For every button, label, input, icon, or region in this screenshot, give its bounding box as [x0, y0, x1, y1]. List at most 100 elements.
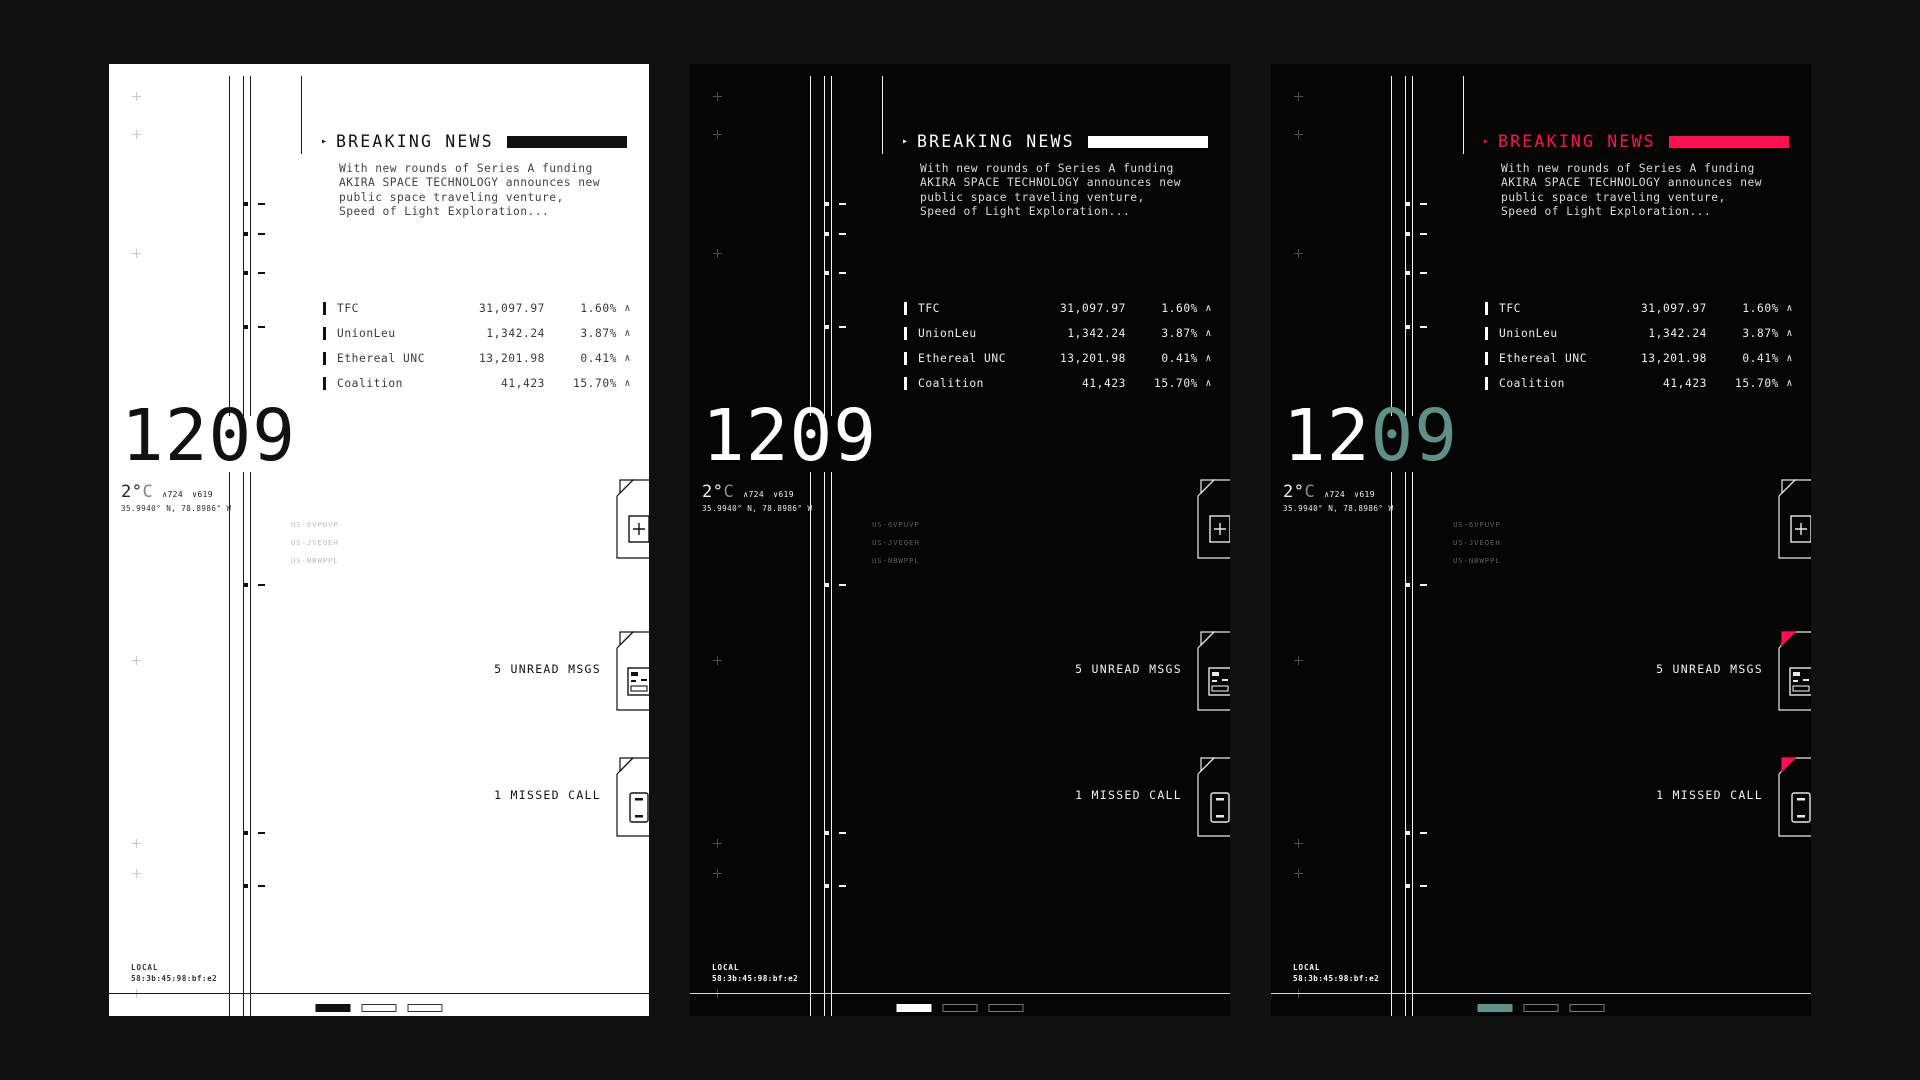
rail-line — [229, 76, 230, 416]
footer-divider — [1271, 993, 1811, 994]
crosshair-icon — [713, 130, 722, 139]
row-marker — [323, 327, 326, 340]
ticker-name: TFC — [1499, 302, 1522, 315]
trend-up-icon: ∧ — [624, 353, 631, 364]
clock-time: 1209 — [702, 394, 877, 477]
rail-line — [810, 472, 811, 1016]
rail-line — [1405, 472, 1406, 1016]
mac-address: 58:3b:45:98:bf:e2 — [131, 974, 218, 983]
serial-code: US-6VPUVP — [1453, 520, 1501, 529]
crosshair-icon — [1294, 249, 1303, 258]
card-add[interactable] — [1196, 474, 1230, 560]
page-dot-1[interactable] — [1477, 1004, 1513, 1012]
row-marker — [323, 352, 326, 365]
clock-time: 1209 — [1283, 400, 1458, 471]
rail-line — [882, 76, 883, 154]
page-dot-2[interactable] — [942, 1004, 978, 1012]
crosshair-icon — [132, 92, 141, 101]
table-row[interactable]: UnionLeu 1,342.24 3.87% ∧ — [1485, 321, 1793, 346]
pagination[interactable] — [315, 1004, 443, 1012]
card-messages[interactable]: 5 UNREAD MSGS — [1075, 626, 1230, 712]
crosshair-icon — [132, 130, 141, 139]
serial-code: US-6VPUVP — [291, 520, 339, 529]
weather-row: 2°C ∧724 ∨619 — [1283, 484, 1458, 501]
temperature-unit: C — [1304, 482, 1316, 502]
ticker-pct: 1.60% — [1161, 302, 1198, 315]
weather-row: 2°C ∧724 ∨619 — [702, 484, 877, 501]
clock-minutes: 09 — [1370, 394, 1458, 477]
trend-up-icon: ∧ — [1786, 328, 1793, 339]
ticker-pct: 3.87% — [1742, 327, 1779, 340]
rail-line — [301, 76, 302, 154]
table-row[interactable]: Coalition 41,423 15.70% ∧ — [1485, 371, 1793, 396]
trend-up-icon: ∧ — [624, 378, 631, 389]
serial-code: US-JVEQEH — [872, 538, 920, 547]
caret-right-icon: ▸ — [1483, 135, 1490, 147]
table-row[interactable]: Coalition 41,423 15.70% ∧ — [904, 371, 1212, 396]
card-label: 5 UNREAD MSGS — [1075, 662, 1182, 676]
rail-line — [1412, 472, 1413, 1016]
breaking-news-body: With new rounds of Series A funding AKIR… — [339, 162, 601, 219]
trend-up-icon: ∧ — [1205, 328, 1212, 339]
card-add[interactable] — [615, 474, 649, 560]
temperature-value: 2°C — [1283, 482, 1316, 502]
ticker-name: Coalition — [337, 377, 404, 390]
table-row[interactable]: Ethereal UNC 13,201.98 0.41% ∧ — [904, 346, 1212, 371]
breaking-news-block: ▸ BREAKING NEWS With new rounds of Serie… — [1483, 132, 1789, 220]
ticker-pct: 3.87% — [1161, 327, 1198, 340]
table-row[interactable]: TFC 31,097.97 1.60% ∧ — [904, 296, 1212, 321]
panel-dark: ▸ BREAKING NEWS With new rounds of Serie… — [690, 64, 1230, 1016]
ticker-pct: 0.41% — [1161, 352, 1198, 365]
card-calls[interactable]: 1 MISSED CALL — [494, 752, 649, 838]
crosshair-icon — [1294, 869, 1303, 878]
card-calls[interactable]: 1 MISSED CALL — [1075, 752, 1230, 838]
table-row[interactable]: Coalition 41,423 15.70% ∧ — [323, 371, 631, 396]
clock-block: 1209 2°C ∧724 ∨619 35.9940° N, 78.8986° … — [1283, 400, 1458, 513]
pagination[interactable] — [896, 1004, 1024, 1012]
card-add[interactable] — [1777, 474, 1811, 560]
page-dot-1[interactable] — [315, 1004, 351, 1012]
serial-code: US-JVEQEH — [1453, 538, 1501, 547]
card-calls[interactable]: 1 MISSED CALL — [1656, 752, 1811, 838]
ticker-value: 31,097.97 — [1640, 302, 1707, 315]
page-dot-1[interactable] — [896, 1004, 932, 1012]
table-row[interactable]: UnionLeu 1,342.24 3.87% ∧ — [323, 321, 631, 346]
rail-line — [810, 76, 811, 416]
rail-line — [243, 76, 244, 416]
clock-time: 1209 — [121, 394, 296, 477]
rail-line — [831, 76, 832, 416]
table-row[interactable]: Ethereal UNC 13,201.98 0.41% ∧ — [1485, 346, 1793, 371]
trend-up-icon: ∧ — [1205, 353, 1212, 364]
ticker-name: Coalition — [1499, 377, 1566, 390]
page-dot-3[interactable] — [407, 1004, 443, 1012]
table-row[interactable]: TFC 31,097.97 1.60% ∧ — [1485, 296, 1793, 321]
page-dot-2[interactable] — [361, 1004, 397, 1012]
page-dot-3[interactable] — [1569, 1004, 1605, 1012]
temperature-unit: C — [723, 482, 735, 502]
card-messages[interactable]: 5 UNREAD MSGS — [494, 626, 649, 712]
ticker-name: Ethereal UNC — [918, 352, 1007, 365]
local-info: LOCAL 58:3b:45:98:bf:e2 — [131, 962, 217, 984]
table-row[interactable]: UnionLeu 1,342.24 3.87% ∧ — [904, 321, 1212, 346]
ticker-value: 13,201.98 — [1059, 352, 1126, 365]
clock-block: 1209 2°C ∧724 ∨619 35.9940° N, 78.8986° … — [121, 394, 296, 513]
ticker-list: TFC 31,097.97 1.60% ∧ UnionLeu 1,342.24 … — [1485, 296, 1793, 396]
table-row[interactable]: TFC 31,097.97 1.60% ∧ — [323, 296, 631, 321]
local-label: LOCAL — [1293, 963, 1321, 972]
page-dot-2[interactable] — [1523, 1004, 1559, 1012]
table-row[interactable]: Ethereal UNC 13,201.98 0.41% ∧ — [323, 346, 631, 371]
card-messages[interactable]: 5 UNREAD MSGS — [1656, 626, 1811, 712]
local-info: LOCAL 58:3b:45:98:bf:e2 — [712, 962, 798, 984]
altitude-low: ∨619 — [773, 490, 794, 499]
rail-line — [1391, 472, 1392, 1016]
gps-coordinates: 35.9940° N, 78.8986° W — [702, 504, 813, 513]
panel-stage: ▸ BREAKING NEWS With new rounds of Serie… — [0, 0, 1920, 1080]
local-label: LOCAL — [712, 963, 740, 972]
ticker-name: Coalition — [918, 377, 985, 390]
trend-up-icon: ∧ — [624, 303, 631, 314]
page-dot-3[interactable] — [988, 1004, 1024, 1012]
row-marker — [904, 352, 907, 365]
pagination[interactable] — [1477, 1004, 1605, 1012]
rail-line — [824, 76, 825, 416]
row-marker — [1485, 377, 1488, 390]
